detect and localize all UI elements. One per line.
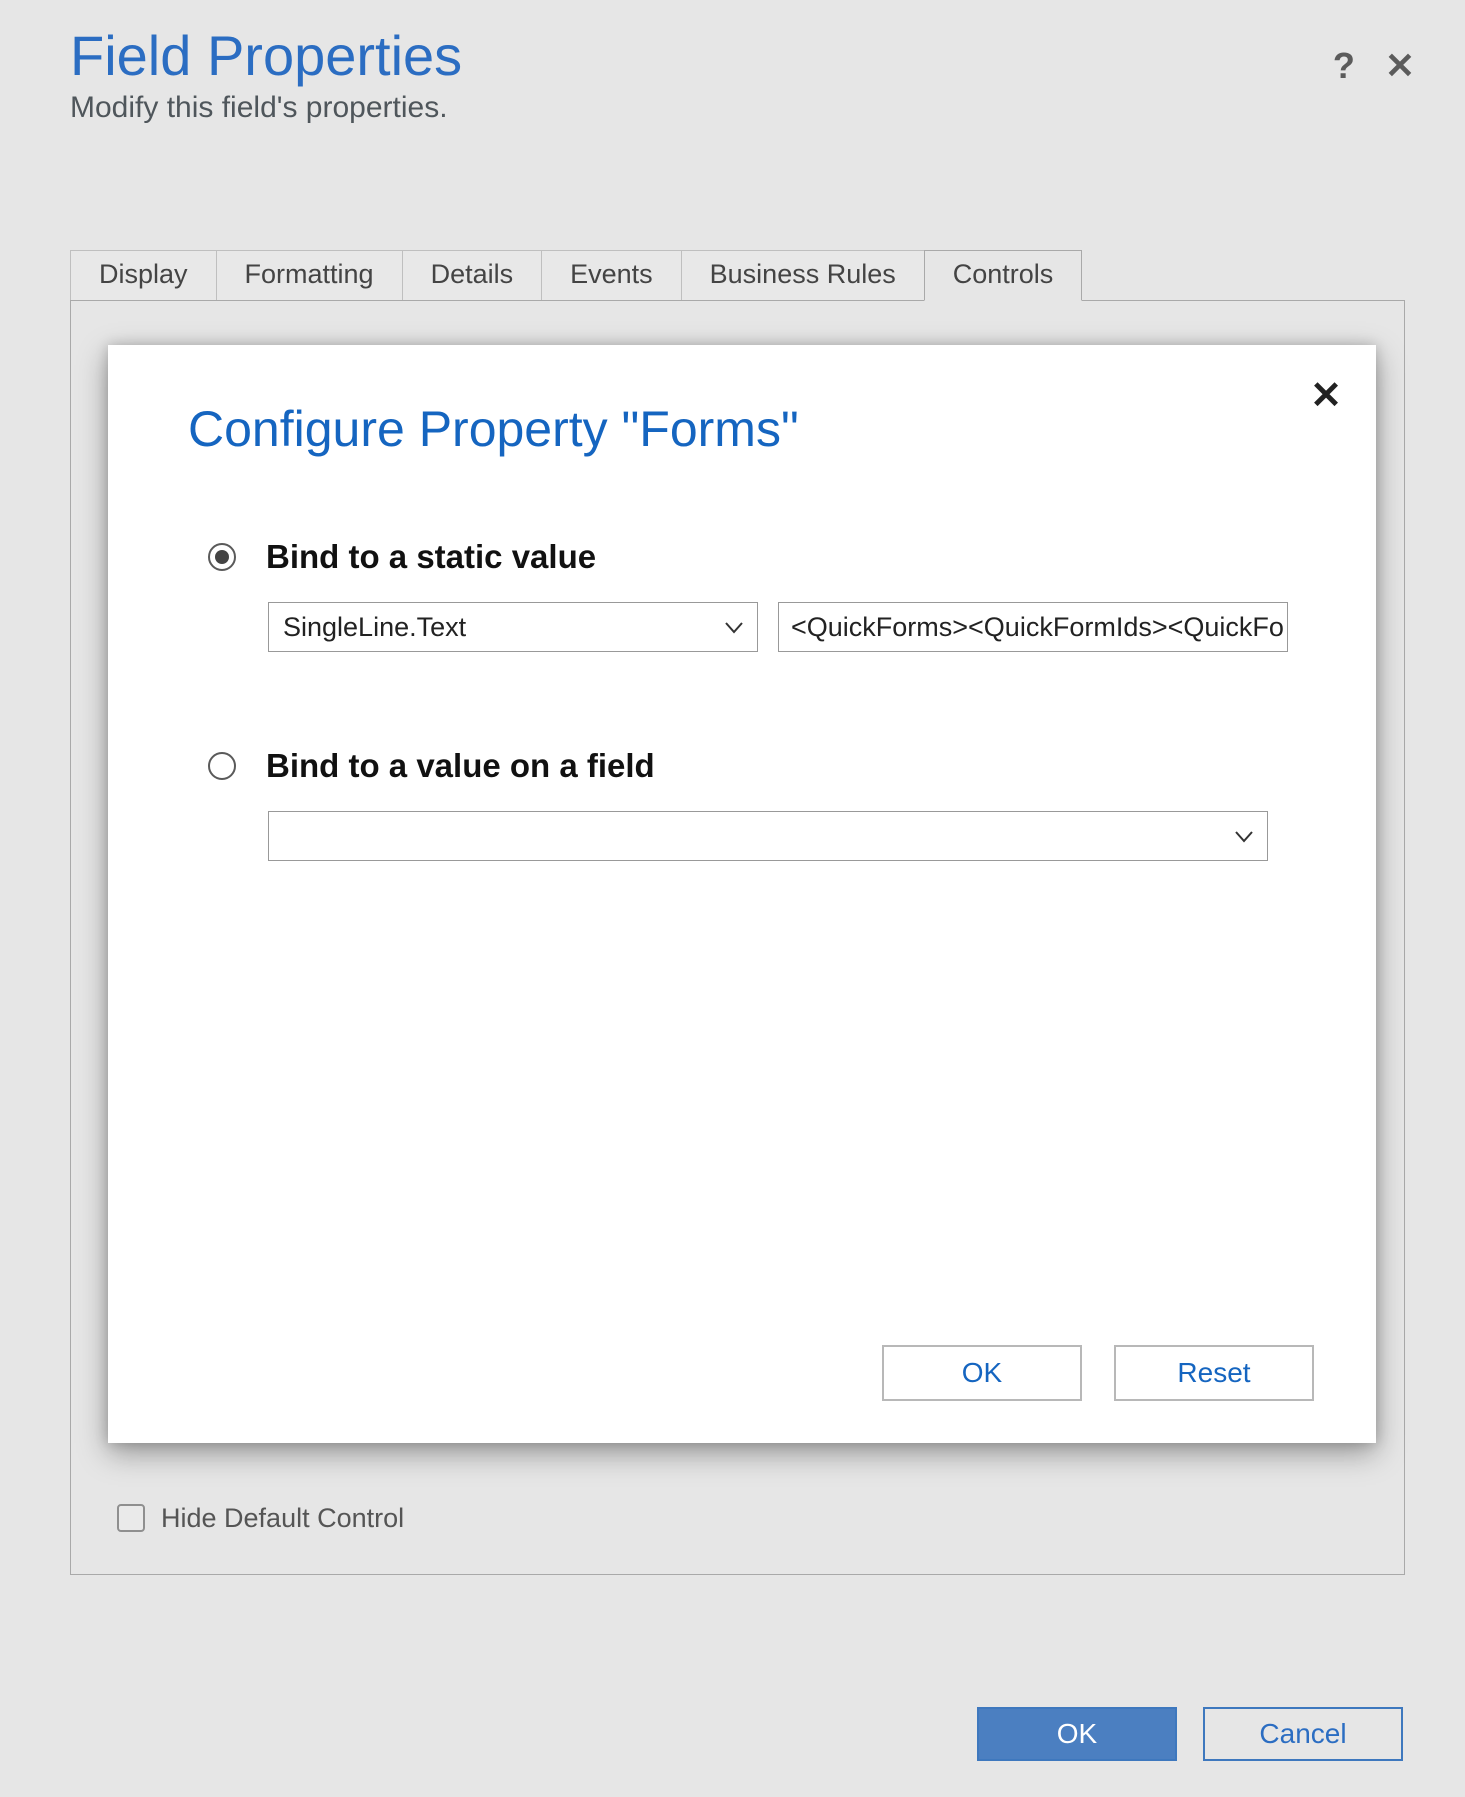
page-subtitle: Modify this field's properties. — [70, 91, 462, 125]
tabs-row: Display Formatting Details Events Busine… — [70, 250, 1405, 301]
chevron-down-icon — [725, 614, 743, 640]
configure-property-modal: ✕ Configure Property "Forms" Bind to a s… — [108, 345, 1376, 1443]
modal-ok-button[interactable]: OK — [882, 1345, 1082, 1401]
hide-default-label: Hide Default Control — [161, 1503, 404, 1534]
field-value-option[interactable]: Bind to a value on a field — [208, 747, 1306, 785]
tab-formatting[interactable]: Formatting — [216, 250, 403, 301]
modal-reset-button[interactable]: Reset — [1114, 1345, 1314, 1401]
field-select[interactable] — [268, 811, 1268, 861]
type-select[interactable]: SingleLine.Text — [268, 602, 758, 652]
modal-close-icon[interactable]: ✕ — [1310, 373, 1342, 418]
field-value-label: Bind to a value on a field — [266, 747, 655, 785]
field-value-inputs — [268, 811, 1306, 861]
type-select-value: SingleLine.Text — [283, 612, 466, 643]
radio-field-value[interactable] — [208, 752, 236, 780]
help-icon[interactable]: ? — [1333, 45, 1355, 87]
static-value-inputs: SingleLine.Text <QuickForms><QuickFormId… — [268, 602, 1306, 652]
hide-default-checkbox[interactable] — [117, 1504, 145, 1532]
static-value-label: Bind to a static value — [266, 538, 596, 576]
tab-display[interactable]: Display — [70, 250, 217, 301]
tab-controls[interactable]: Controls — [924, 250, 1083, 301]
modal-body: Bind to a static value SingleLine.Text <… — [108, 458, 1376, 861]
header-icon-group: ? ✕ — [1333, 45, 1415, 87]
chevron-down-icon — [1235, 823, 1253, 849]
static-value-input[interactable]: <QuickForms><QuickFormIds><QuickFo — [778, 602, 1288, 652]
hide-default-control-row: Hide Default Control — [117, 1503, 404, 1534]
radio-static-value[interactable] — [208, 543, 236, 571]
dialog-footer-buttons: OK Cancel — [977, 1707, 1403, 1761]
field-value-section: Bind to a value on a field — [208, 747, 1306, 861]
tab-details[interactable]: Details — [402, 250, 543, 301]
tab-business-rules[interactable]: Business Rules — [681, 250, 925, 301]
modal-title: Configure Property "Forms" — [108, 345, 1376, 458]
modal-footer: OK Reset — [882, 1345, 1314, 1401]
cancel-button[interactable]: Cancel — [1203, 1707, 1403, 1761]
ok-button[interactable]: OK — [977, 1707, 1177, 1761]
header-text-block: Field Properties Modify this field's pro… — [70, 25, 462, 125]
static-value-option[interactable]: Bind to a static value — [208, 538, 1306, 576]
static-value-text: <QuickForms><QuickFormIds><QuickFo — [791, 612, 1284, 643]
field-properties-header: Field Properties Modify this field's pro… — [0, 20, 1465, 135]
page-title: Field Properties — [70, 25, 462, 87]
close-icon[interactable]: ✕ — [1385, 45, 1415, 87]
tab-events[interactable]: Events — [541, 250, 682, 301]
